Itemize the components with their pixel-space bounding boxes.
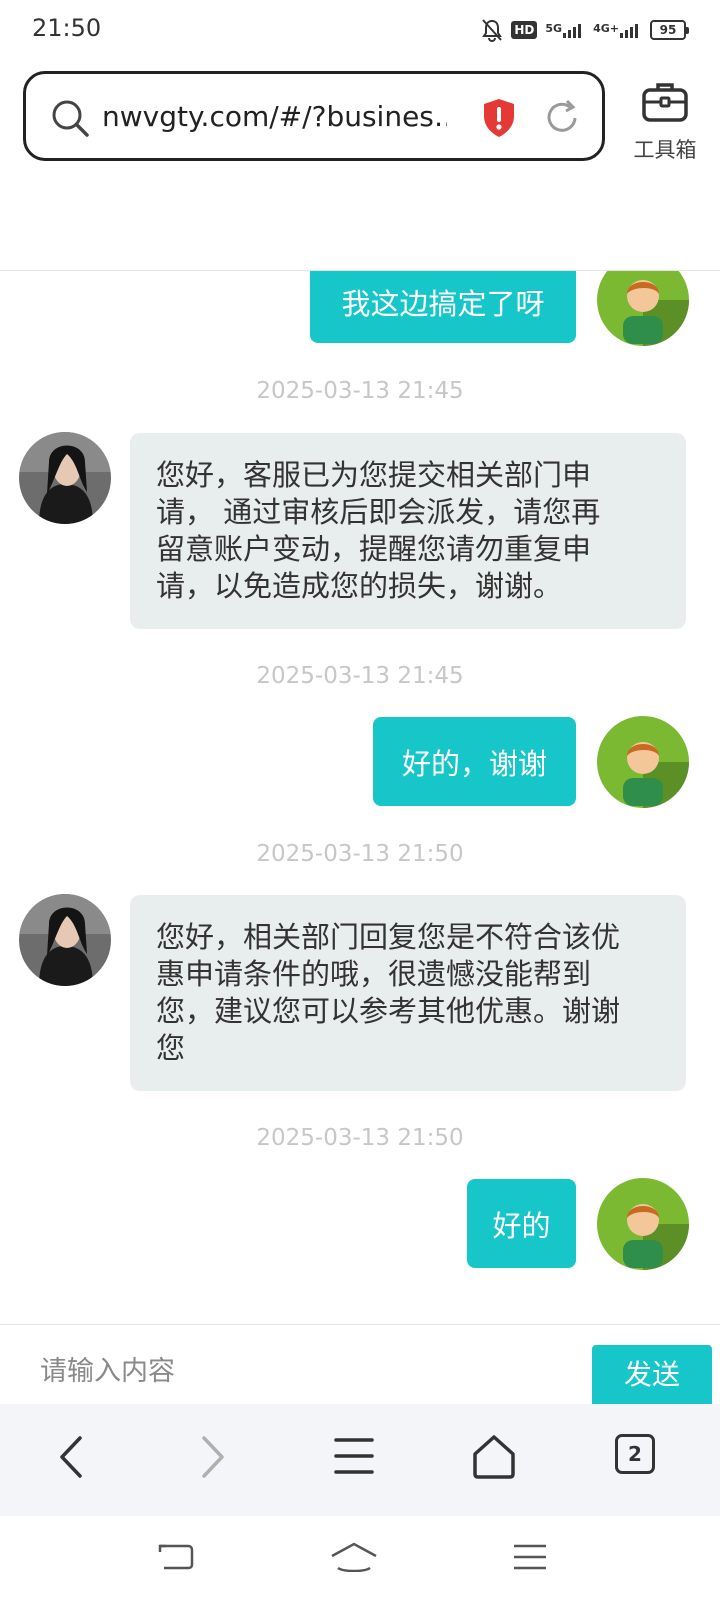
home-button[interactable] <box>472 1434 532 1490</box>
message-line: 您好，相关部门回复您是不符合该优 <box>156 920 621 954</box>
battery-icon: 95 <box>650 20 689 40</box>
menu-lines-icon <box>514 1544 546 1570</box>
forward-button[interactable] <box>198 1434 258 1490</box>
toolbox-button[interactable]: 工具箱 <box>624 76 706 162</box>
message-timestamp: 2025-03-13 21:50 <box>256 841 464 867</box>
hd-badge: HD <box>511 21 538 39</box>
message-input[interactable] <box>40 1351 560 1391</box>
message-line: 您，建议您可以参考其他优惠。谢谢 <box>156 994 621 1028</box>
message-timestamp: 2025-03-13 21:45 <box>256 663 464 689</box>
message-line: 您好，客服已为您提交相关部门申 <box>156 458 592 492</box>
menu-button[interactable] <box>334 1434 394 1490</box>
message-line: 请，以免造成您的损失，谢谢。 <box>156 569 563 603</box>
network-label-4g: 4G+ <box>593 22 619 35</box>
status-time: 21:50 <box>32 14 102 42</box>
tabs-button[interactable]: 2 <box>615 1434 675 1490</box>
system-back-button[interactable] <box>158 1542 194 1576</box>
message-input-row: 发送 <box>0 1324 720 1405</box>
reload-icon[interactable] <box>544 98 580 142</box>
system-home-button[interactable] <box>330 1542 378 1576</box>
menu-icon <box>334 1438 374 1474</box>
incoming-message-bubble: 您好，相关部门回复您是不符合该优 惠申请条件的哦，很遗憾没能帮到 您，建议您可以… <box>130 895 686 1091</box>
tabs-count: 2 <box>615 1434 655 1474</box>
message-text: 好的 <box>492 1208 551 1243</box>
agent-avatar <box>19 894 111 986</box>
search-icon <box>50 98 90 142</box>
chevron-left-icon <box>60 1436 82 1478</box>
hd-badge-label: HD <box>511 21 538 39</box>
message-text: 我这边搞定了呀 <box>341 287 545 321</box>
network-label-5g: 5G <box>545 22 563 35</box>
home-icon <box>473 1435 515 1479</box>
message-timestamp: 2025-03-13 21:50 <box>256 1125 464 1151</box>
outgoing-message-bubble: 好的 <box>467 1179 576 1268</box>
outgoing-message-bubble: 我这边搞定了呀 <box>310 271 576 343</box>
message-line: 请， 通过审核后即会派发，请您再 <box>156 495 601 529</box>
incoming-message-bubble: 您好，客服已为您提交相关部门申 请， 通过审核后即会派发，请您再 留意账户变动，… <box>130 433 686 629</box>
agent-avatar <box>19 432 111 524</box>
back-arrow-icon <box>158 1544 194 1570</box>
battery-level: 95 <box>659 23 677 37</box>
message-text: 好的，谢谢 <box>401 746 547 781</box>
back-button[interactable] <box>56 1434 116 1490</box>
home-outline-icon <box>331 1542 377 1573</box>
bell-off-icon <box>481 18 503 42</box>
chat-message-list[interactable]: 我这边搞定了呀 2025-03-13 21:45 您好，客服已为您提交相关部门申… <box>0 270 720 1324</box>
user-avatar <box>597 716 689 808</box>
chevron-right-icon <box>202 1436 224 1478</box>
system-recents-button[interactable] <box>512 1542 548 1576</box>
briefcase-icon <box>642 83 688 122</box>
user-avatar <box>597 271 689 346</box>
message-line: 留意账户变动，提醒您请勿重复申 <box>156 532 592 566</box>
send-button[interactable]: 发送 <box>592 1345 712 1405</box>
system-nav-bar <box>0 1516 720 1600</box>
message-line: 惠申请条件的哦，很遗憾没能帮到 <box>156 957 592 991</box>
status-icons: HD 5G 4G+ 95 <box>481 16 689 44</box>
signal-5g: 5G <box>545 22 585 38</box>
shield-alert-icon[interactable] <box>482 98 516 142</box>
message-line: 您 <box>156 1031 186 1065</box>
address-bar[interactable]: nwvgty.com/#/?busines… <box>23 71 605 161</box>
user-avatar <box>597 1178 689 1270</box>
status-bar: 21:50 HD 5G 4G+ 95 <box>0 0 720 58</box>
message-timestamp: 2025-03-13 21:45 <box>256 378 464 404</box>
outgoing-message-bubble: 好的，谢谢 <box>373 717 576 806</box>
signal-4g: 4G+ <box>593 22 642 38</box>
toolbox-label: 工具箱 <box>633 138 697 162</box>
browser-toolbar: 2 <box>0 1404 720 1516</box>
url-text[interactable]: nwvgty.com/#/?busines… <box>102 100 447 133</box>
